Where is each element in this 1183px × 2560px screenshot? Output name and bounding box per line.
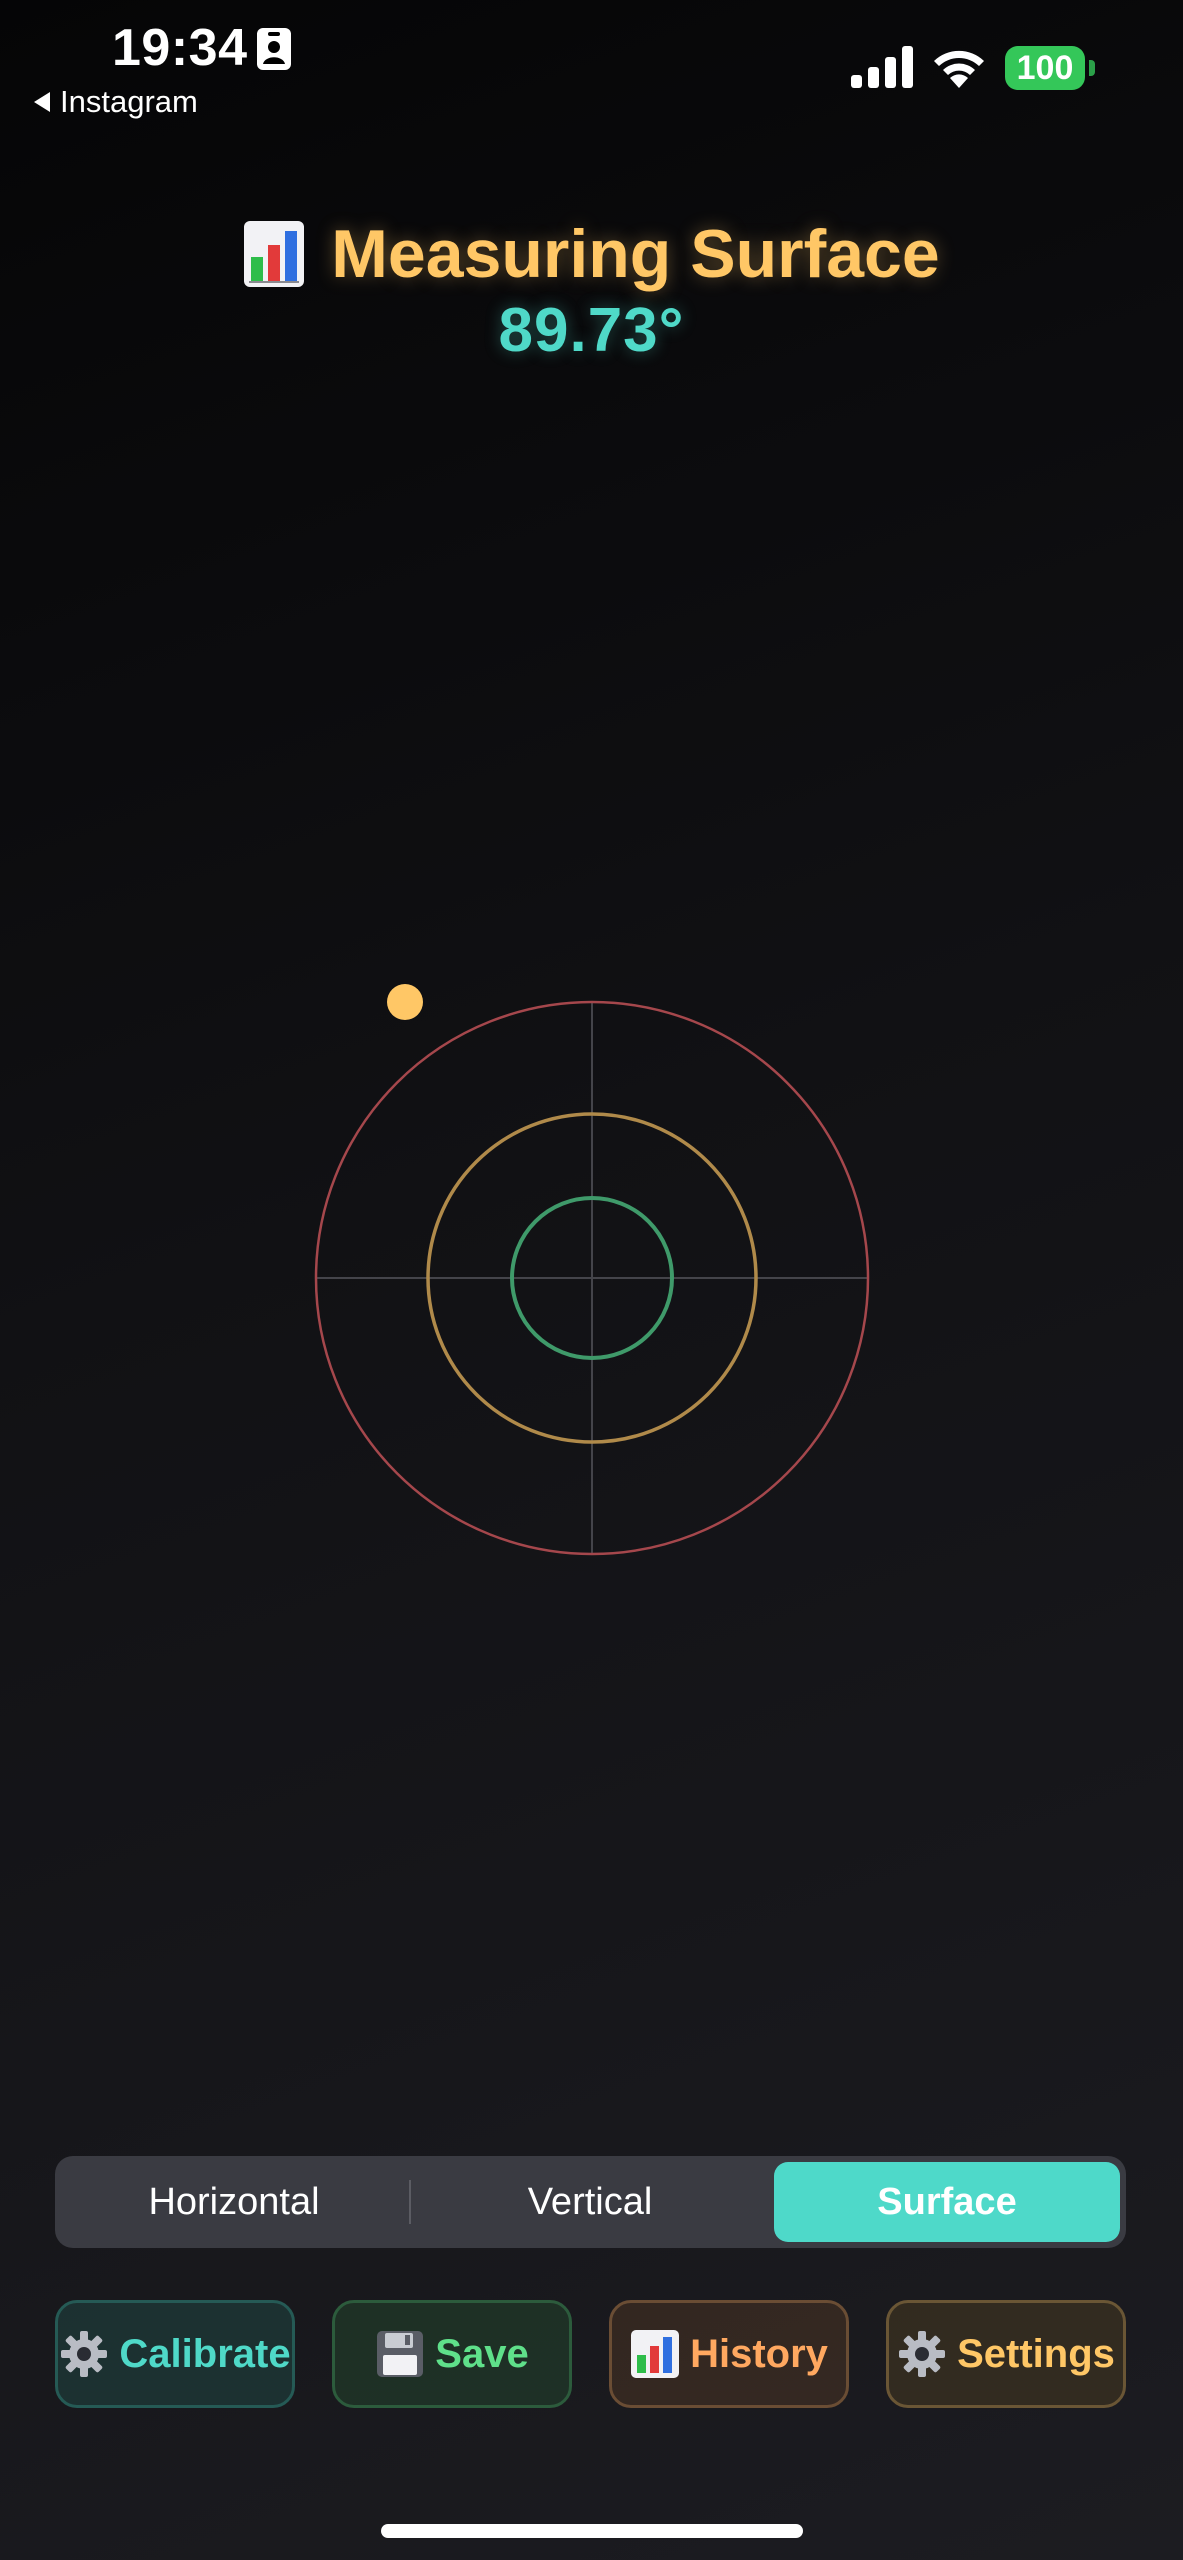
save-button[interactable]: Save xyxy=(332,2300,572,2408)
back-to-app-link[interactable]: Instagram xyxy=(34,84,198,120)
calibrate-button[interactable]: Calibrate xyxy=(55,2300,295,2408)
chart-emoji-icon xyxy=(244,221,305,287)
back-arrow-icon xyxy=(34,92,50,112)
gear-icon xyxy=(61,2331,108,2377)
mode-selector: Horizontal Vertical Surface xyxy=(55,2156,1126,2248)
floppy-disk-icon xyxy=(377,2331,424,2377)
history-label: History xyxy=(690,2331,828,2376)
action-bar: Calibrate Save History Settings xyxy=(55,2300,1126,2410)
back-app-label: Instagram xyxy=(60,84,198,119)
status-time: 19:34 xyxy=(112,19,248,77)
id-badge-icon xyxy=(257,28,291,70)
history-button[interactable]: History xyxy=(609,2300,849,2408)
segment-divider xyxy=(409,2180,411,2224)
header: Measuring Surface 89.73° xyxy=(0,215,1183,366)
wifi-icon xyxy=(934,50,984,88)
battery-level: 100 xyxy=(1005,46,1085,90)
signal-icon xyxy=(851,46,913,88)
angle-readout: 89.73° xyxy=(498,296,685,365)
settings-button[interactable]: Settings xyxy=(886,2300,1126,2408)
calibrate-label: Calibrate xyxy=(119,2331,291,2376)
level-bubble xyxy=(387,984,423,1020)
mode-vertical[interactable]: Vertical xyxy=(417,2162,763,2242)
bubble-level xyxy=(314,984,870,1556)
chart-emoji-icon xyxy=(631,2330,680,2378)
gear-icon xyxy=(899,2331,946,2377)
home-indicator[interactable] xyxy=(381,2524,803,2538)
mode-horizontal[interactable]: Horizontal xyxy=(61,2162,407,2242)
settings-label: Settings xyxy=(957,2331,1115,2376)
save-label: Save xyxy=(435,2331,529,2376)
mode-surface[interactable]: Surface xyxy=(774,2162,1120,2242)
page-title: Measuring Surface xyxy=(331,216,940,292)
battery-icon: 100 xyxy=(1005,46,1095,90)
status-bar: 19:34 Instagram 100 xyxy=(0,0,1183,130)
